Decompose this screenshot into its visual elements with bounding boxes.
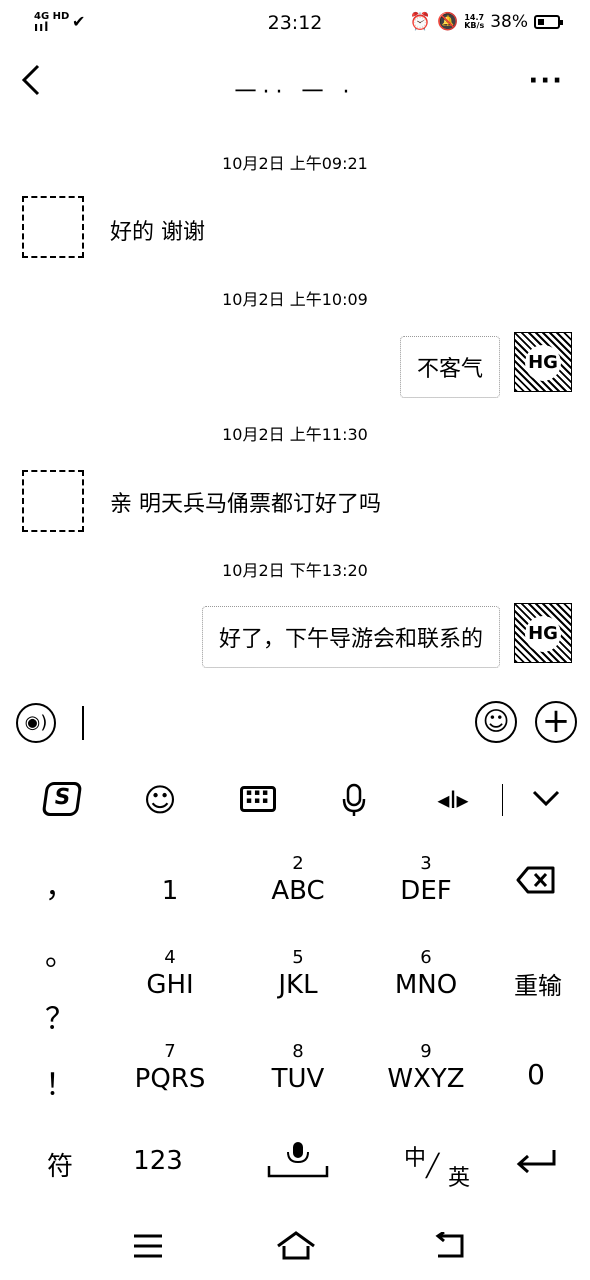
avatar-text: HG bbox=[525, 616, 561, 652]
key-zero[interactable]: 0 bbox=[496, 1058, 576, 1091]
nav-back-button[interactable] bbox=[432, 1226, 468, 1266]
message-timestamp: 10月2日 上午11:30 bbox=[222, 425, 368, 444]
key-label: PQRS bbox=[134, 1064, 206, 1094]
key-number: 5 bbox=[292, 947, 304, 968]
status-bar: 4G HD ııl ✔ 23:12 ⏰ 🔕 14.7 KB/s 38% bbox=[0, 0, 590, 44]
voice-space-icon bbox=[267, 1142, 329, 1178]
message-text[interactable]: 亲 明天兵马俑票都订好了吗 bbox=[110, 486, 381, 518]
key-jkl[interactable]: 5 JKL bbox=[248, 946, 348, 1000]
key-1[interactable]: 1 bbox=[120, 852, 220, 906]
keyboard-icon[interactable]: ▪▪▪ ▪▪▪ bbox=[240, 786, 276, 812]
key-label: WXYZ bbox=[387, 1064, 465, 1094]
key-label: MNO bbox=[394, 970, 458, 1000]
menu-icon bbox=[134, 1234, 162, 1258]
message-bubble[interactable]: 好了，下午导游会和联系的 bbox=[201, 606, 500, 668]
back-icon bbox=[435, 1230, 464, 1258]
more-options-button[interactable]: ··· bbox=[528, 66, 564, 96]
chat-title: 一·· 一 · bbox=[234, 80, 356, 105]
message-timestamp: 10月2日 下午13:20 bbox=[222, 561, 368, 580]
home-button[interactable] bbox=[274, 1226, 318, 1266]
key-number: 3 bbox=[420, 853, 432, 874]
message-timestamp: 10月2日 上午10:09 bbox=[222, 290, 368, 309]
alarm-icon: ⏰ bbox=[409, 12, 432, 32]
toolbar-divider bbox=[502, 784, 503, 816]
menu-button[interactable] bbox=[130, 1226, 166, 1266]
lang-zh-label: 中 bbox=[404, 1146, 427, 1171]
space-key[interactable] bbox=[266, 1140, 330, 1180]
emoji-icon: ☺ bbox=[482, 707, 510, 737]
key-label: DEF bbox=[400, 876, 452, 906]
key-number: 8 bbox=[292, 1041, 304, 1062]
reenter-key[interactable]: 重输 bbox=[498, 966, 578, 1001]
message-timestamp: 10月2日 上午09:21 bbox=[222, 154, 368, 173]
message-bubble[interactable]: 不客气 bbox=[399, 336, 500, 398]
avatar[interactable]: HG bbox=[514, 603, 572, 663]
key-tuv[interactable]: 8 TUV bbox=[248, 1040, 348, 1094]
message-input[interactable] bbox=[82, 706, 84, 740]
key-number: 2 bbox=[292, 853, 304, 874]
net-speed-unit: KB/s bbox=[464, 21, 485, 30]
key-number: 7 bbox=[164, 1041, 176, 1062]
key-label: JKL bbox=[278, 970, 318, 1000]
collapse-keyboard-button[interactable] bbox=[526, 780, 566, 820]
ime-emoji-icon[interactable]: ☺ bbox=[140, 780, 180, 820]
punct-key[interactable]: 。 bbox=[40, 930, 80, 974]
message-text[interactable]: 好的 谢谢 bbox=[110, 214, 205, 246]
plus-icon: + bbox=[541, 701, 571, 741]
punct-key[interactable]: ？ bbox=[40, 994, 80, 1038]
key-pqrs[interactable]: 7 PQRS bbox=[120, 1040, 220, 1094]
avatar[interactable] bbox=[22, 196, 84, 258]
key-label: GHI bbox=[146, 970, 194, 1000]
avatar-text: HG bbox=[525, 345, 561, 381]
lang-en-label: 英 bbox=[448, 1166, 471, 1191]
key-wxyz[interactable]: 9 WXYZ bbox=[376, 1040, 476, 1094]
key-ghi[interactable]: 4 GHI bbox=[120, 946, 220, 1000]
mute-icon: 🔕 bbox=[437, 12, 459, 32]
key-mno[interactable]: 6 MNO bbox=[376, 946, 476, 1000]
num-mode-key[interactable]: 123 bbox=[118, 1146, 198, 1176]
avatar[interactable] bbox=[22, 470, 84, 532]
status-right: ⏰ 🔕 14.7 KB/s 38% bbox=[409, 12, 563, 32]
home-icon bbox=[277, 1231, 315, 1260]
voice-input-button[interactable]: ◉) bbox=[16, 703, 56, 743]
microphone-icon[interactable] bbox=[334, 780, 374, 820]
cursor-move-icon[interactable]: ◂I▸ bbox=[430, 780, 476, 820]
key-number: 9 bbox=[420, 1041, 432, 1062]
key-label: 1 bbox=[161, 876, 179, 906]
enter-icon bbox=[516, 1150, 556, 1174]
battery-percent: 38% bbox=[490, 12, 528, 32]
key-def[interactable]: 3 DEF bbox=[376, 852, 476, 906]
lang-divider: ╱ bbox=[426, 1154, 440, 1179]
enter-key[interactable] bbox=[514, 1146, 558, 1178]
delete-key[interactable] bbox=[496, 866, 576, 900]
key-abc[interactable]: 2 ABC bbox=[248, 852, 348, 906]
battery-icon bbox=[534, 15, 563, 29]
emoji-button[interactable]: ☺ bbox=[475, 701, 517, 743]
key-number bbox=[120, 852, 220, 876]
punct-key[interactable]: ！ bbox=[40, 1060, 80, 1104]
net-speed: 14.7 KB/s bbox=[464, 14, 484, 30]
backspace-icon bbox=[516, 866, 555, 894]
voice-icon: ◉) bbox=[24, 712, 48, 733]
punct-key[interactable]: ， bbox=[40, 862, 80, 906]
symbol-key[interactable]: 符 bbox=[20, 1146, 100, 1183]
more-actions-button[interactable]: + bbox=[535, 701, 577, 743]
avatar[interactable]: HG bbox=[514, 332, 572, 392]
chevron-down-icon bbox=[532, 790, 560, 807]
sogou-logo-icon[interactable]: S bbox=[41, 782, 83, 816]
key-number: 4 bbox=[164, 947, 176, 968]
language-toggle-key[interactable]: 中 ╱ 英 bbox=[400, 1138, 476, 1191]
key-label: TUV bbox=[271, 1064, 325, 1094]
key-label: ABC bbox=[271, 876, 325, 906]
key-number: 6 bbox=[420, 947, 432, 968]
